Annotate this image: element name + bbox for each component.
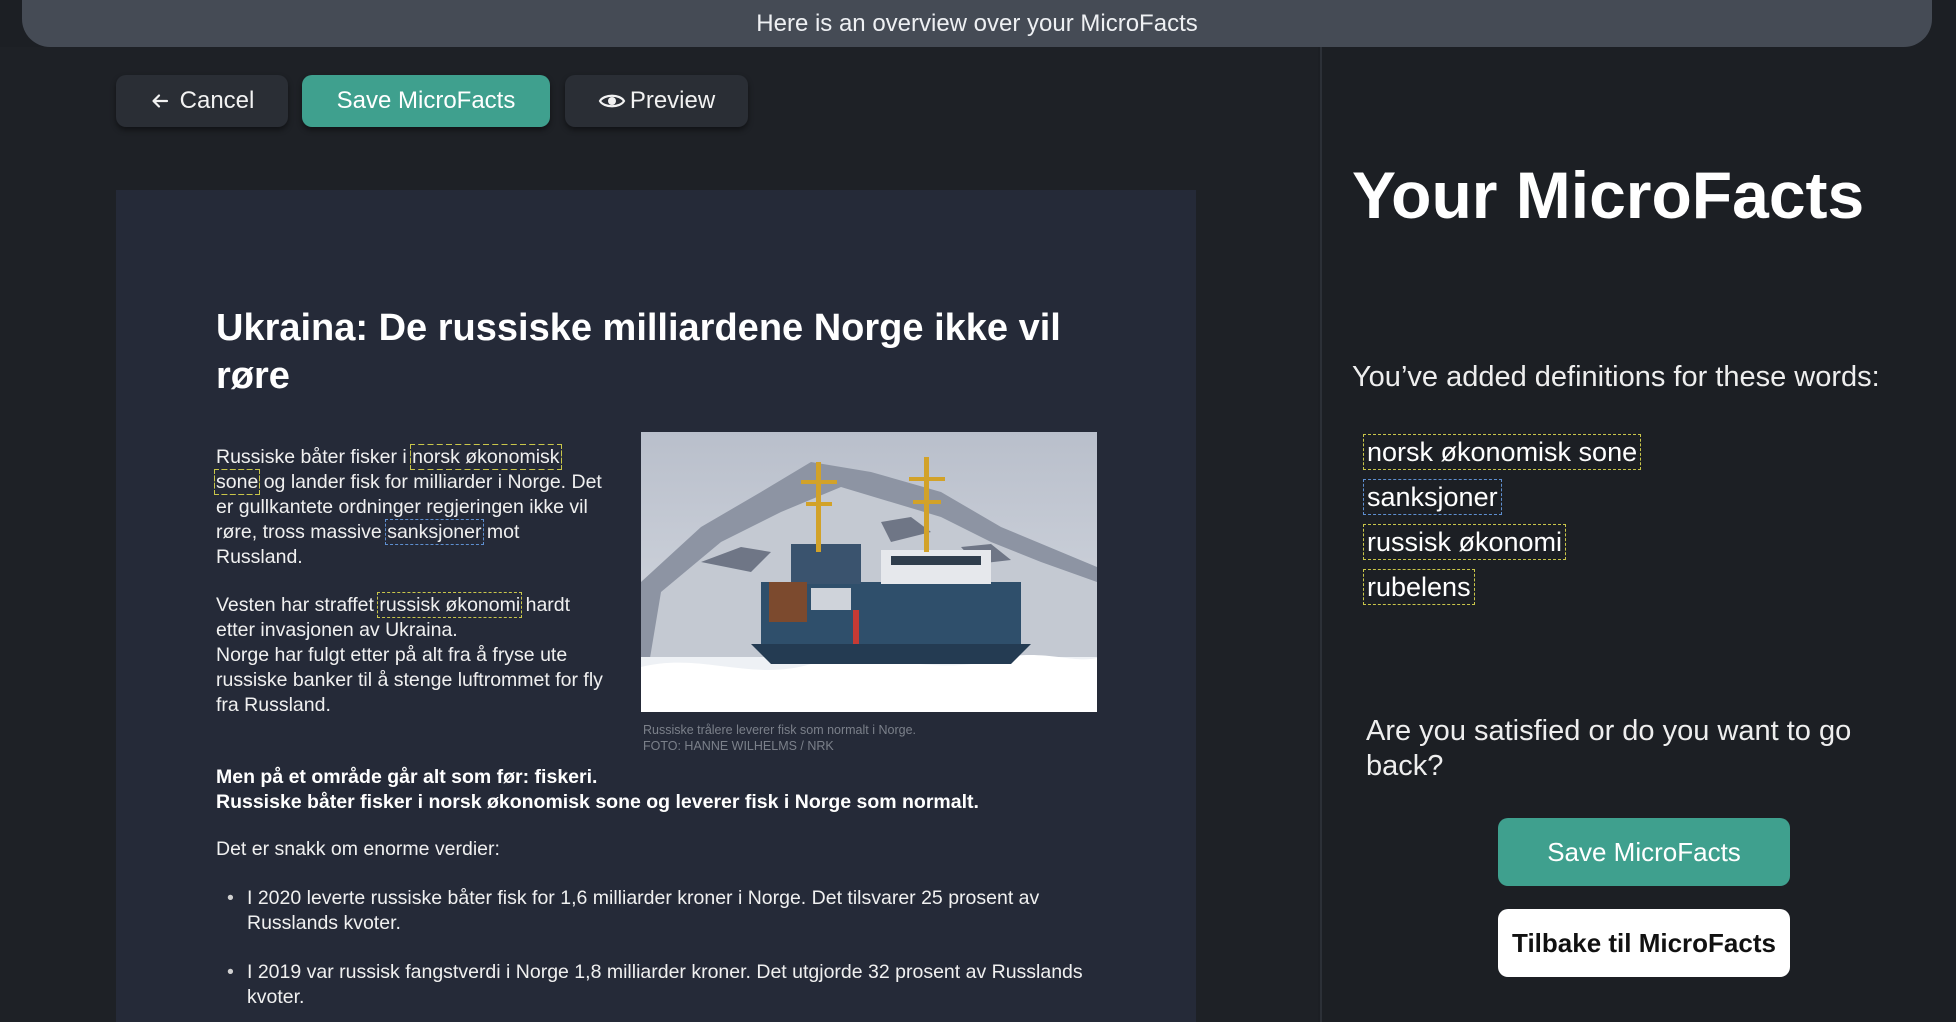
cancel-label: Cancel: [179, 87, 255, 114]
article-paragraph-1: Russiske båter fisker i norsk økonomisk …: [214, 444, 606, 570]
article-preview: Ukraina: De russiske milliardene Norge i…: [116, 190, 1196, 1022]
save-label: Save MicroFacts: [1547, 836, 1741, 867]
trawler-illustration: [641, 432, 1097, 712]
save-microfacts-button[interactable]: Save MicroFacts: [1498, 818, 1790, 886]
lead-line: Russiske båter fisker i norsk økonomisk …: [216, 791, 979, 813]
article-headline: Ukraina: De russiske milliardene Norge i…: [216, 307, 1061, 397]
save-top-label: Save MicroFacts: [336, 87, 516, 114]
microfacts-sidebar: Your MicroFacts You’ve added definitions…: [1320, 47, 1956, 1022]
top-banner: Here is an overview over your MicroFacts: [22, 0, 1932, 47]
article-photo: [641, 432, 1097, 712]
eye-icon: [598, 94, 626, 108]
preview-label: Preview: [629, 87, 716, 114]
article-paragraph-2: Vesten har straffet russisk økonomi hard…: [216, 592, 606, 718]
article-text: Det er snakk om enorme verdier:: [216, 838, 500, 860]
sidebar-title: Your MicroFacts: [1352, 158, 1865, 232]
article-bullet-list: I 2020 leverte russiske båter fisk for 1…: [216, 886, 1096, 1022]
paragraph-text: Russiske båter fisker i: [216, 446, 413, 468]
banner-text: Here is an overview over your MicroFacts: [756, 9, 1198, 37]
preview-button[interactable]: Preview: [565, 75, 748, 127]
highlighted-term[interactable]: sanksjoner: [385, 519, 484, 545]
confirm-question: Are you satisfied or do you want to go b…: [1366, 715, 1852, 782]
word-item[interactable]: sanksjoner: [1363, 479, 1502, 515]
lead-line: Men på et område går alt som før: fisker…: [216, 766, 598, 788]
caption-line: Russiske trålere leverer fisk som normal…: [643, 723, 916, 737]
back-to-microfacts-button[interactable]: Tilbake til MicroFacts: [1498, 909, 1790, 977]
bullet-item: I 2020 leverte russiske båter fisk for 1…: [216, 886, 1096, 936]
cancel-button[interactable]: Cancel: [116, 75, 288, 127]
paragraph-text: Norge har fulgt etter på alt fra å fryse…: [216, 644, 603, 716]
word-list: norsk økonomisk sone sanksjoner russisk …: [1362, 434, 1642, 615]
back-label: Tilbake til MicroFacts: [1512, 927, 1776, 958]
word-item[interactable]: russisk økonomi: [1362, 524, 1567, 560]
caption-credit: FOTO: HANNE WILHELMS / NRK: [643, 739, 834, 753]
save-microfacts-top-button[interactable]: Save MicroFacts: [302, 75, 550, 127]
article-lead: Men på et område går alt som før: fisker…: [216, 765, 1116, 815]
photo-caption: Russiske trålere leverer fisk som normal…: [643, 722, 916, 754]
word-item[interactable]: norsk økonomisk sone: [1362, 434, 1642, 470]
arrow-left-icon: [152, 94, 168, 108]
highlighted-term[interactable]: russisk økonomi: [377, 592, 523, 618]
sidebar-subtitle: You’ve added definitions for these words…: [1352, 361, 1880, 393]
paragraph-text: Vesten har straffet: [216, 594, 380, 616]
bullet-item: I 2019 var russisk fangstverdi i Norge 1…: [216, 960, 1096, 1010]
word-item[interactable]: rubelens: [1363, 569, 1475, 605]
